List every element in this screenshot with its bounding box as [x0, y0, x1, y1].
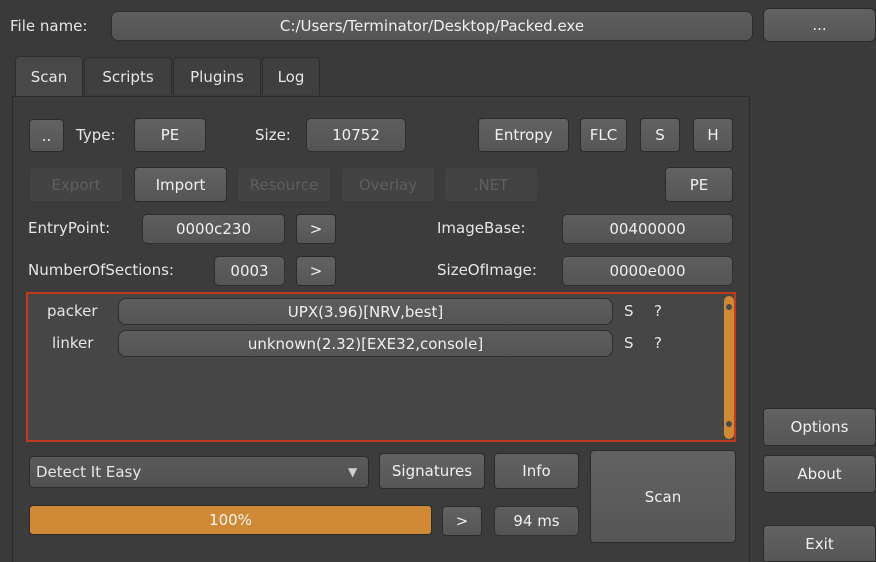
size-value: 10752 — [306, 118, 406, 152]
scroll-down-handle[interactable] — [726, 421, 732, 427]
sections-value: 0003 — [214, 256, 285, 286]
type-label: Type: — [76, 126, 116, 144]
resource-button[interactable]: Resource — [237, 167, 331, 202]
result-info-button[interactable]: ? — [654, 336, 662, 351]
entropy-button[interactable]: Entropy — [478, 118, 569, 152]
size-label: Size: — [255, 126, 291, 144]
tab-scan[interactable]: Scan — [15, 56, 83, 96]
dots-button[interactable]: .. — [29, 119, 64, 152]
scan-time-value: 94 ms — [494, 506, 579, 536]
about-button[interactable]: About — [763, 455, 876, 493]
tab-log[interactable]: Log — [262, 57, 320, 95]
scroll-up-handle[interactable] — [726, 304, 732, 310]
imagebase-label: ImageBase: — [437, 219, 526, 237]
pe-button[interactable]: PE — [665, 167, 733, 202]
entrypoint-go-button[interactable]: > — [296, 214, 336, 244]
file-path-field[interactable]: C:/Users/Terminator/Desktop/Packed.exe — [111, 11, 753, 41]
sections-label: NumberOfSections: — [28, 261, 174, 279]
info-button[interactable]: Info — [494, 453, 579, 489]
options-button[interactable]: Options — [763, 408, 876, 446]
browse-file-button[interactable]: ... — [763, 8, 876, 42]
result-info-button[interactable]: ? — [654, 304, 662, 319]
engine-select[interactable]: Detect It Easy ▼ — [29, 456, 369, 488]
results-scrollbar[interactable] — [724, 296, 734, 439]
signatures-button[interactable]: Signatures — [379, 453, 485, 489]
scan-button[interactable]: Scan — [590, 450, 736, 543]
tab-scripts[interactable]: Scripts — [84, 57, 172, 95]
result-type: packer — [47, 302, 98, 320]
result-signature-button[interactable]: S — [624, 336, 634, 351]
engine-selected-value: Detect It Easy — [36, 463, 142, 481]
net-button[interactable]: .NET — [444, 167, 538, 202]
chevron-down-icon: ▼ — [348, 465, 358, 479]
result-signature-button[interactable]: S — [624, 304, 634, 319]
file-name-label: File name: — [10, 17, 88, 35]
import-button[interactable]: Import — [134, 167, 227, 202]
type-value-button[interactable]: PE — [134, 118, 206, 152]
export-button[interactable]: Export — [29, 167, 123, 202]
entrypoint-label: EntryPoint: — [28, 219, 111, 237]
progress-go-button[interactable]: > — [442, 506, 482, 536]
tab-plugins[interactable]: Plugins — [173, 57, 261, 95]
imagebase-value: 00400000 — [562, 214, 733, 244]
result-name[interactable]: unknown(2.32)[EXE32,console] — [118, 330, 613, 357]
progress-bar: 100% — [29, 505, 432, 535]
overlay-button[interactable]: Overlay — [341, 167, 435, 202]
h-button[interactable]: H — [693, 118, 733, 152]
s-button[interactable]: S — [640, 118, 680, 152]
progress-text: 100% — [209, 510, 252, 529]
sizeofimage-value: 0000e000 — [562, 256, 733, 286]
sizeofimage-label: SizeOfImage: — [437, 261, 537, 279]
exit-button[interactable]: Exit — [763, 525, 876, 562]
entrypoint-value: 0000c230 — [142, 214, 285, 244]
result-type: linker — [52, 334, 94, 352]
sections-go-button[interactable]: > — [296, 256, 336, 286]
result-name[interactable]: UPX(3.96)[NRV,best] — [118, 298, 613, 325]
flc-button[interactable]: FLC — [580, 118, 627, 152]
